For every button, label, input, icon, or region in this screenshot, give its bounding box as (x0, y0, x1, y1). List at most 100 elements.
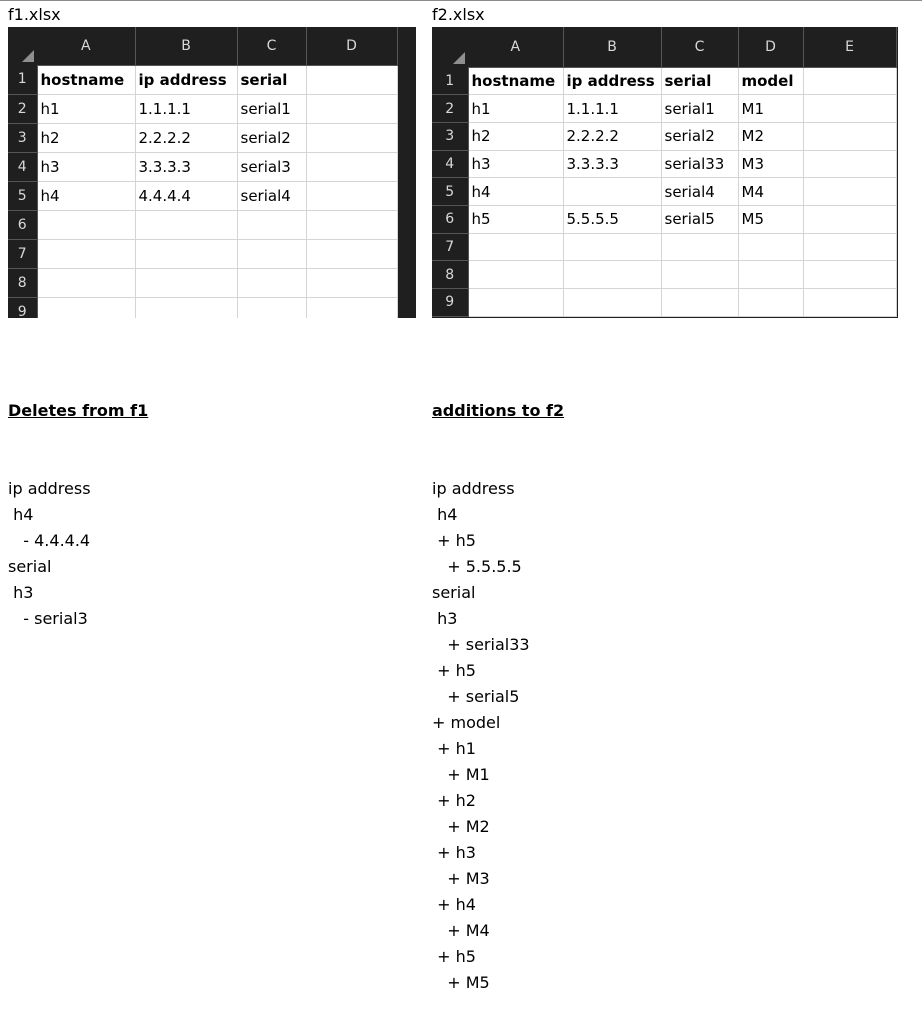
row-header[interactable]: 9 (8, 297, 38, 318)
cell-c9[interactable] (661, 288, 739, 317)
cell-b4[interactable]: 3.3.3.3 (135, 152, 238, 182)
cell-b6[interactable]: 5.5.5.5 (563, 205, 662, 234)
column-header-d[interactable]: D (306, 27, 398, 66)
cell-a6[interactable]: h5 (468, 205, 564, 234)
row-header[interactable]: 6 (8, 210, 38, 240)
cell-d5[interactable]: M4 (738, 177, 804, 206)
cell-d6[interactable] (306, 210, 398, 240)
row-header[interactable]: 9 (432, 288, 469, 317)
cell-b8[interactable] (563, 260, 662, 289)
column-header-e[interactable]: E (803, 27, 897, 68)
column-header-a[interactable]: A (468, 27, 564, 68)
row-header[interactable]: 2 (8, 94, 38, 124)
cell-e2[interactable] (803, 94, 897, 123)
cell-c9[interactable] (237, 297, 307, 318)
row-header[interactable]: 8 (8, 268, 38, 298)
cell-c6[interactable]: serial5 (661, 205, 739, 234)
cell-e6[interactable] (803, 205, 897, 234)
cell-c2[interactable]: serial1 (237, 94, 307, 124)
cell-a1[interactable]: hostname (37, 65, 136, 95)
row-header[interactable]: 8 (432, 260, 469, 289)
cell-b9[interactable] (135, 297, 238, 318)
cell-b4[interactable]: 3.3.3.3 (563, 150, 662, 179)
cell-c5[interactable]: serial4 (661, 177, 739, 206)
cell-c3[interactable]: serial2 (237, 123, 307, 153)
cell-b2[interactable]: 1.1.1.1 (563, 94, 662, 123)
cell-c5[interactable]: serial4 (237, 181, 307, 211)
cell-e3[interactable] (803, 122, 897, 151)
cell-b7[interactable] (563, 233, 662, 262)
cell-b5[interactable] (563, 177, 662, 206)
cell-c3[interactable]: serial2 (661, 122, 739, 151)
row-header[interactable]: 7 (432, 233, 469, 262)
cell-d9[interactable] (306, 297, 398, 318)
cell-c1[interactable]: serial (661, 67, 739, 96)
cell-c4[interactable]: serial3 (237, 152, 307, 182)
select-all-corner[interactable] (8, 27, 37, 65)
cell-d2[interactable]: M1 (738, 94, 804, 123)
cell-d1[interactable] (306, 65, 398, 95)
cell-a2[interactable]: h1 (468, 94, 564, 123)
row-header[interactable]: 6 (432, 205, 469, 234)
cell-a9[interactable] (468, 288, 564, 317)
cell-a7[interactable] (468, 233, 564, 262)
cell-d9[interactable] (738, 288, 804, 317)
column-header-b[interactable]: B (135, 27, 238, 66)
row-header[interactable]: 4 (8, 152, 38, 182)
cell-a8[interactable] (468, 260, 564, 289)
cell-b1[interactable]: ip address (563, 67, 662, 96)
cell-e4[interactable] (803, 150, 897, 179)
cell-e9[interactable] (803, 288, 897, 317)
row-header[interactable]: 2 (432, 94, 469, 123)
cell-c1[interactable]: serial (237, 65, 307, 95)
cell-a6[interactable] (37, 210, 136, 240)
cell-a4[interactable]: h3 (37, 152, 136, 182)
cell-d1[interactable]: model (738, 67, 804, 96)
cell-b3[interactable]: 2.2.2.2 (135, 123, 238, 153)
cell-c6[interactable] (237, 210, 307, 240)
cell-a2[interactable]: h1 (37, 94, 136, 124)
cell-b5[interactable]: 4.4.4.4 (135, 181, 238, 211)
row-header[interactable]: 5 (8, 181, 38, 211)
cell-d4[interactable]: M3 (738, 150, 804, 179)
cell-c7[interactable] (237, 239, 307, 269)
cell-b7[interactable] (135, 239, 238, 269)
cell-c4[interactable]: serial33 (661, 150, 739, 179)
column-header-c[interactable]: C (661, 27, 739, 68)
cell-b8[interactable] (135, 268, 238, 298)
column-header-b[interactable]: B (563, 27, 662, 68)
cell-c7[interactable] (661, 233, 739, 262)
column-header-a[interactable]: A (37, 27, 136, 66)
cell-e7[interactable] (803, 233, 897, 262)
cell-d3[interactable]: M2 (738, 122, 804, 151)
cell-c2[interactable]: serial1 (661, 94, 739, 123)
cell-e8[interactable] (803, 260, 897, 289)
cell-c8[interactable] (661, 260, 739, 289)
cell-c8[interactable] (237, 268, 307, 298)
cell-a5[interactable]: h4 (37, 181, 136, 211)
cell-e1[interactable] (803, 67, 897, 96)
cell-d7[interactable] (306, 239, 398, 269)
row-header[interactable]: 7 (8, 239, 38, 269)
column-header-c[interactable]: C (237, 27, 307, 66)
row-header[interactable]: 4 (432, 150, 469, 179)
cell-d7[interactable] (738, 233, 804, 262)
row-header[interactable]: 3 (432, 122, 469, 151)
row-header[interactable]: 5 (432, 177, 469, 206)
cell-b9[interactable] (563, 288, 662, 317)
select-all-corner[interactable] (432, 27, 468, 67)
cell-a9[interactable] (37, 297, 136, 318)
cell-b2[interactable]: 1.1.1.1 (135, 94, 238, 124)
cell-a5[interactable]: h4 (468, 177, 564, 206)
cell-d4[interactable] (306, 152, 398, 182)
cell-b3[interactable]: 2.2.2.2 (563, 122, 662, 151)
column-header-d[interactable]: D (738, 27, 804, 68)
cell-a8[interactable] (37, 268, 136, 298)
cell-d5[interactable] (306, 181, 398, 211)
cell-d8[interactable] (738, 260, 804, 289)
row-header[interactable]: 1 (432, 67, 469, 96)
cell-d8[interactable] (306, 268, 398, 298)
cell-a4[interactable]: h3 (468, 150, 564, 179)
row-header[interactable]: 1 (8, 65, 38, 95)
cell-d6[interactable]: M5 (738, 205, 804, 234)
